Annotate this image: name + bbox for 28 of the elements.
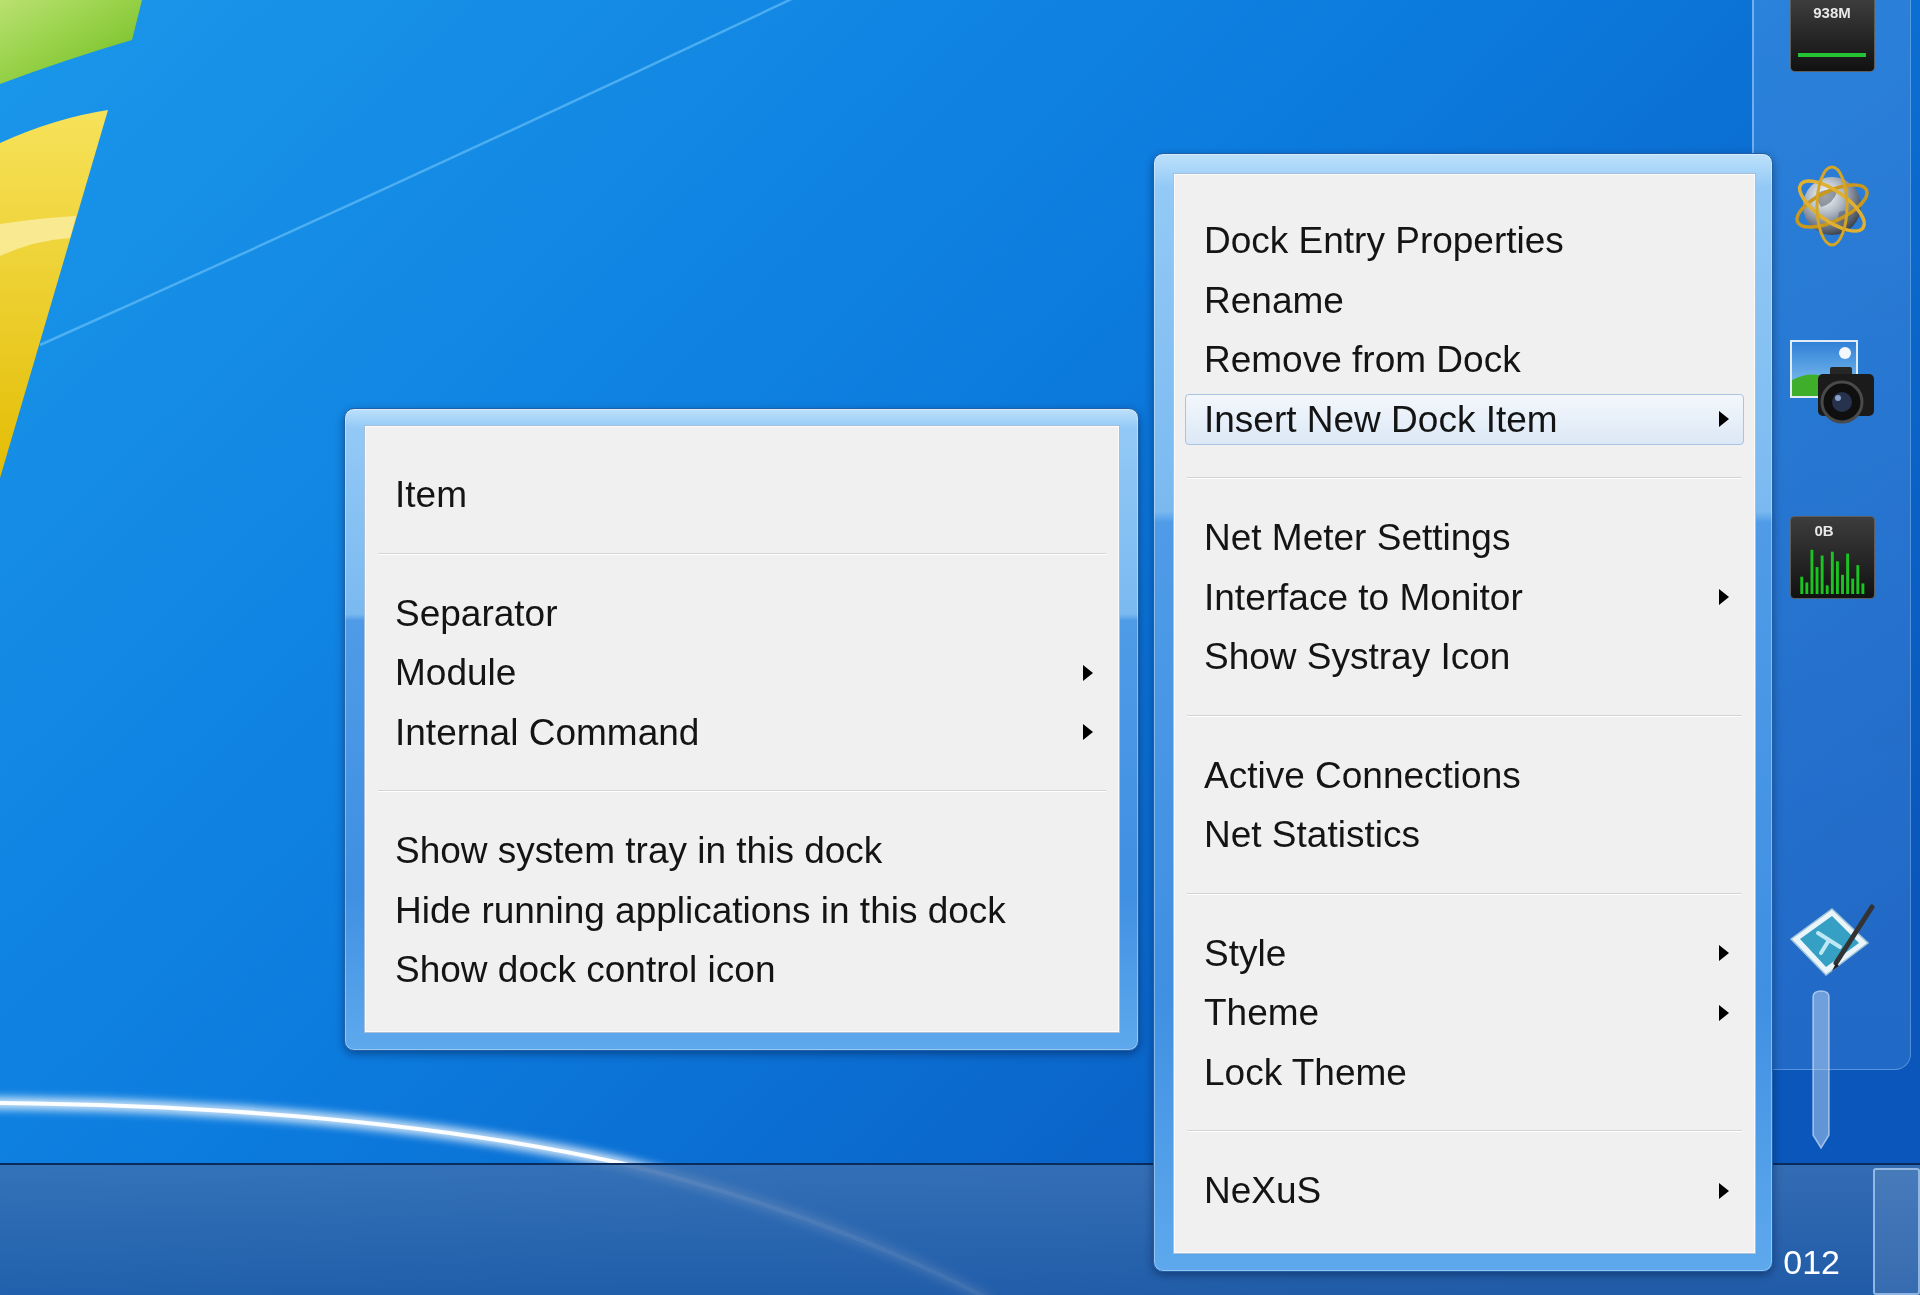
- meter-reading: 938M: [1813, 5, 1851, 20]
- menu-item[interactable]: Show dock control icon: [376, 944, 1108, 996]
- show-desktop-button[interactable]: [1873, 1168, 1920, 1295]
- meter-widget[interactable]: 938M: [1789, 0, 1875, 72]
- menu-item[interactable]: Hide running applications in this dock: [376, 884, 1108, 936]
- menu-item[interactable]: Item: [376, 469, 1108, 521]
- menu-item[interactable]: Lock Theme: [1185, 1046, 1744, 1098]
- menu-item[interactable]: NeXuS: [1185, 1165, 1744, 1217]
- camera-photo-icon[interactable]: [1789, 340, 1875, 424]
- menu-item[interactable]: Dock Entry Properties: [1185, 215, 1744, 267]
- network-graph-widget[interactable]: 0B: [1789, 516, 1875, 599]
- menu-item[interactable]: Separator: [376, 587, 1108, 639]
- menu-item[interactable]: Net Statistics: [1185, 809, 1744, 861]
- menu-item[interactable]: Interface to Monitor: [1185, 571, 1744, 623]
- taskbar-clock: 012: [1783, 1245, 1840, 1279]
- menu-item[interactable]: Theme: [1185, 987, 1744, 1039]
- menu-item[interactable]: Rename: [1185, 274, 1744, 326]
- menu-item[interactable]: Module: [376, 647, 1108, 699]
- menu-item[interactable]: Internal Command: [376, 706, 1108, 758]
- menu-item[interactable]: Show Systray Icon: [1185, 631, 1744, 683]
- menu-item[interactable]: Insert New Dock Item: [1185, 393, 1744, 445]
- menu-item[interactable]: Style: [1185, 927, 1744, 979]
- dock-handle-icon: [1810, 990, 1832, 1150]
- graph-reading: 0B: [1814, 523, 1834, 538]
- menu-item[interactable]: Active Connections: [1185, 749, 1744, 801]
- menu-item[interactable]: Remove from Dock: [1185, 334, 1744, 386]
- menu-item[interactable]: Net Meter Settings: [1185, 512, 1744, 564]
- menu-item[interactable]: Show system tray in this dock: [376, 825, 1108, 877]
